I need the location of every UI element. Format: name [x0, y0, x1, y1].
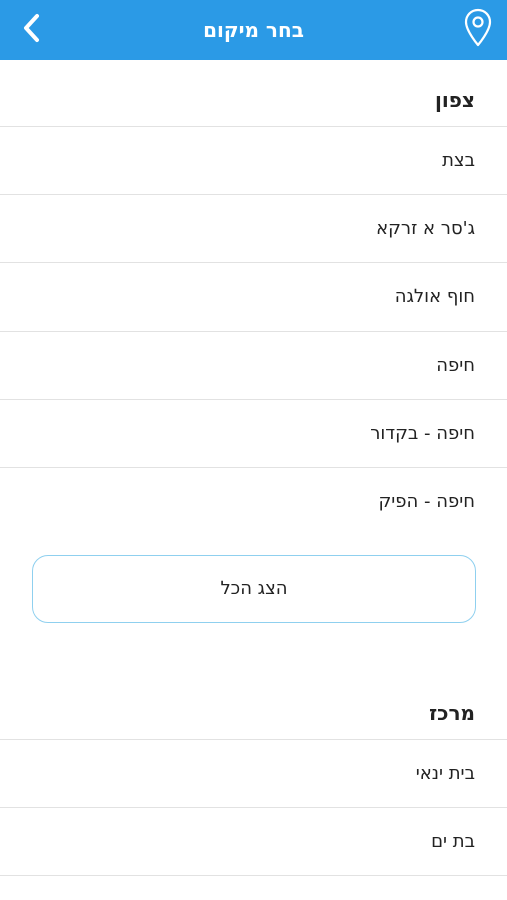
list-item[interactable]: בצת: [0, 126, 507, 194]
chevron-left-icon: [24, 14, 39, 42]
page-title: בחר מיקום: [203, 18, 304, 42]
list-item[interactable]: חיפה - בקדור: [0, 399, 507, 467]
list-item-label: בית ינאי: [415, 763, 475, 784]
list-item-label: בצת: [442, 150, 475, 171]
section-title-north: צפון: [435, 88, 475, 112]
list-item[interactable]: בת ים: [0, 807, 507, 875]
list-item-label: חיפה - הפיק: [378, 491, 475, 512]
list-item-label: בת ים: [431, 831, 475, 852]
list-item[interactable]: חוף אולגה: [0, 262, 507, 330]
map-pin-icon: [464, 8, 492, 47]
list-item-label: ג'סר א זרקא: [376, 218, 475, 239]
list-item[interactable]: ג'סר א זרקא: [0, 194, 507, 262]
list-item-label: חוף אולגה: [394, 286, 475, 307]
show-all-button[interactable]: הצג הכל: [32, 555, 476, 623]
list-item[interactable]: חיפה - הפיק: [0, 467, 507, 535]
list-item[interactable]: בית ינאי: [0, 739, 507, 807]
list-item[interactable]: [0, 875, 507, 900]
back-button[interactable]: [14, 10, 50, 46]
location-button[interactable]: [463, 8, 493, 48]
section-title-center: מרכז: [429, 701, 475, 725]
list-item-label: חיפה: [436, 355, 475, 376]
list-item[interactable]: חיפה: [0, 331, 507, 399]
app-header: בחר מיקום: [0, 0, 507, 60]
list-item-label: חיפה - בקדור: [370, 423, 475, 444]
show-all-label: הצג הכל: [220, 578, 288, 599]
